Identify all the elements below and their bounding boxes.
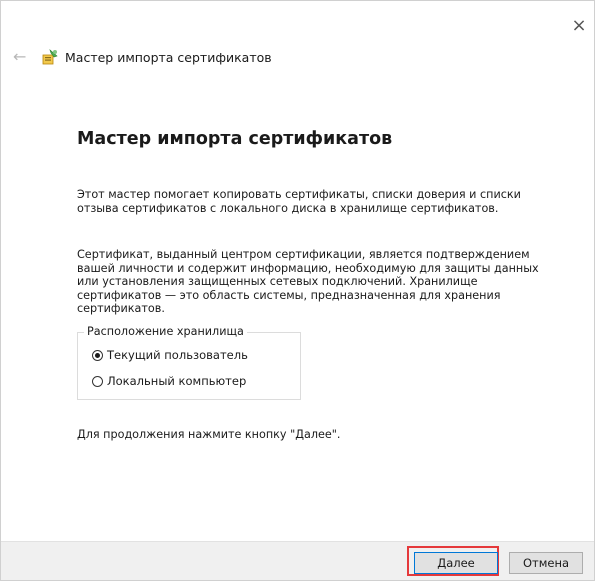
certificate-import-wizard-window: × ← Мастер импорта сертификатов Мастер и… [0,0,595,581]
store-location-legend: Расположение хранилища [84,325,247,338]
store-location-group: Расположение хранилища Текущий пользоват… [77,325,301,400]
radio-local-machine-label: Локальный компьютер [107,374,247,388]
radio-local-machine[interactable]: Локальный компьютер [92,374,246,388]
close-icon[interactable]: × [568,15,590,37]
back-arrow-icon[interactable]: ← [13,48,31,66]
radio-current-user-label: Текущий пользователь [107,348,248,362]
button-bar: Далее Отмена [1,541,594,580]
radio-checked-icon[interactable] [92,349,103,361]
radio-unchecked-icon[interactable] [92,375,103,387]
intro-paragraph: Этот мастер помогает копировать сертифик… [77,188,521,215]
header-title: Мастер импорта сертификатов [65,49,272,65]
page-title: Мастер импорта сертификатов [77,129,393,149]
continue-instruction: Для продолжения нажмите кнопку "Далее". [77,428,341,441]
wizard-header: ← Мастер импорта сертификатов [13,45,272,69]
description-paragraph: Сертификат, выданный центром сертификаци… [77,248,539,315]
cancel-button[interactable]: Отмена [509,552,583,574]
radio-current-user[interactable]: Текущий пользователь [92,348,248,362]
certificate-wizard-icon [41,48,59,66]
next-button[interactable]: Далее [414,552,498,574]
